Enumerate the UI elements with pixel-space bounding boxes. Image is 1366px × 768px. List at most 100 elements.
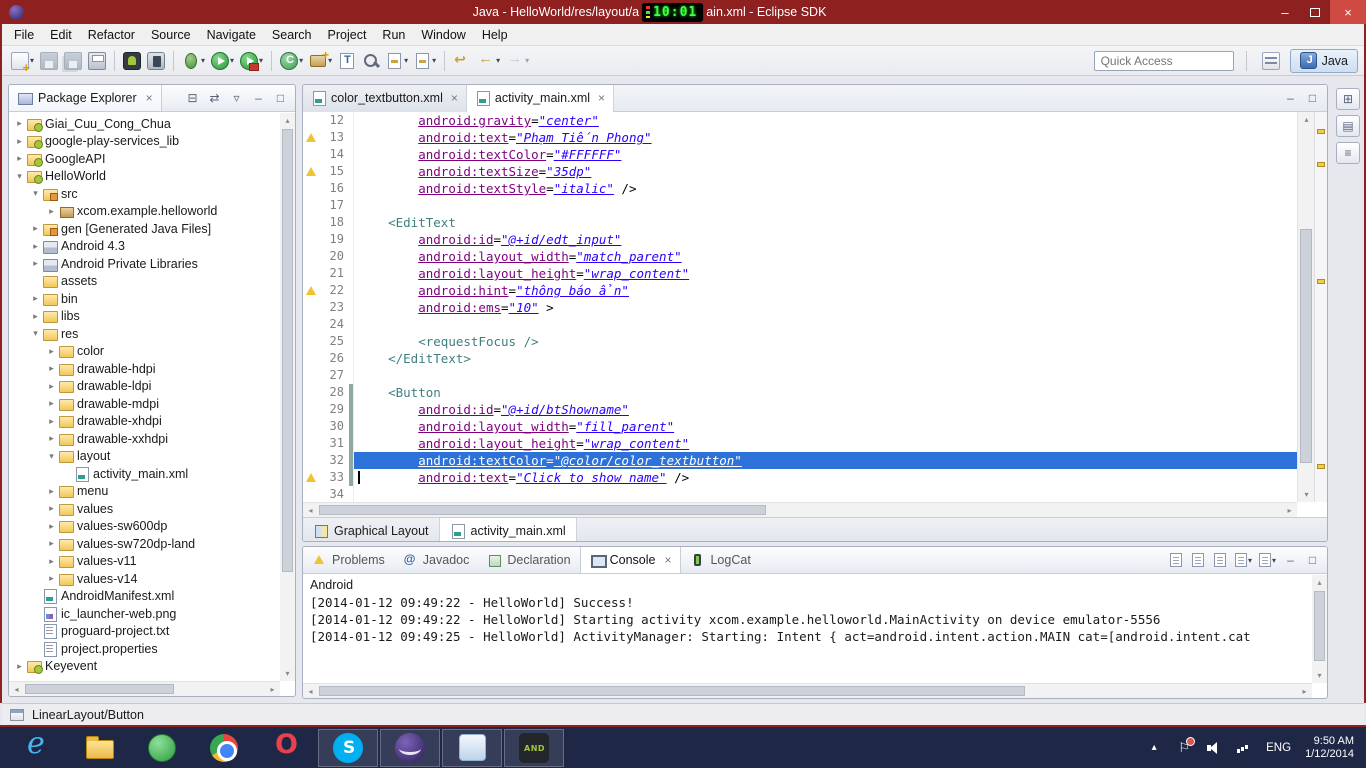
forward-dropdown-icon[interactable]: ▾ <box>525 56 529 65</box>
code-line[interactable]: 31 android:layout_height="wrap_content" <box>303 435 1297 452</box>
expand-arrow-icon[interactable]: ▸ <box>45 206 58 217</box>
tree-item[interactable]: ▸ drawable-hdpi <box>9 360 280 378</box>
scroll-down-icon[interactable]: ▾ <box>280 666 295 681</box>
editor-tab[interactable]: activity_main.xml × <box>466 85 615 112</box>
code-line[interactable]: 16 android:textStyle="italic" /> <box>303 180 1297 197</box>
console-output[interactable]: Android [2014-01-12 09:49:22 - HelloWorl… <box>303 575 1312 683</box>
next-annotation-button[interactable]: ▾ <box>383 48 411 74</box>
expand-arrow-icon[interactable]: ▸ <box>45 538 58 549</box>
menu-search[interactable]: Search <box>264 24 320 46</box>
scroll-left-icon[interactable]: ◂ <box>303 684 318 698</box>
restore-views-icon[interactable]: ⊞ <box>1336 88 1360 110</box>
tree-item[interactable]: ▸ values <box>9 500 280 518</box>
expand-arrow-icon[interactable]: ▸ <box>45 521 58 532</box>
collapse-all-icon[interactable]: ⊟ <box>185 90 200 106</box>
tree-item[interactable]: ▸ libs <box>9 308 280 326</box>
taskbar-skype[interactable] <box>318 728 378 767</box>
close-tab-icon[interactable]: × <box>598 91 605 105</box>
scrollbar-thumb[interactable] <box>319 686 1026 696</box>
warning-mark[interactable] <box>1317 279 1325 284</box>
tree-item[interactable]: ▸ values-v14 <box>9 570 280 588</box>
task-list-view-icon[interactable]: ≡ <box>1336 142 1360 164</box>
menu-navigate[interactable]: Navigate <box>199 24 264 46</box>
tree-item[interactable]: ▸ Keyevent <box>9 658 280 676</box>
print-button[interactable] <box>85 48 109 74</box>
tree-item[interactable]: ▾ src <box>9 185 280 203</box>
warning-mark[interactable] <box>1317 162 1325 167</box>
menu-file[interactable]: File <box>6 24 42 46</box>
tree-item[interactable]: ▸ gen [Generated Java Files] <box>9 220 280 238</box>
tree-horizontal-scrollbar[interactable]: ◂ ▸ <box>9 681 280 696</box>
view-tab-declaration[interactable]: Declaration <box>478 547 579 573</box>
collapse-arrow-icon[interactable]: ▾ <box>29 328 42 339</box>
code-line[interactable]: 14 android:textColor="#FFFFFF" <box>303 146 1297 163</box>
scrollbar-thumb[interactable] <box>25 684 175 694</box>
code-line[interactable]: 27 <box>303 367 1297 384</box>
tree-item[interactable]: ic_launcher-web.png <box>9 605 280 623</box>
console-vertical-scrollbar[interactable]: ▴ ▾ <box>1312 575 1327 683</box>
pin-console-icon[interactable] <box>1213 552 1228 568</box>
code-line[interactable]: 20 android:layout_width="match_parent" <box>303 248 1297 265</box>
menu-help[interactable]: Help <box>474 24 516 46</box>
tree-item[interactable]: ▸ values-v11 <box>9 553 280 571</box>
debug-button[interactable]: ▾ <box>179 48 208 74</box>
tree-vertical-scrollbar[interactable]: ▴ ▾ <box>280 113 295 681</box>
code-line[interactable]: 22 android:hint="thông báo ẩn" <box>303 282 1297 299</box>
code-editor[interactable]: 12 android:gravity="center" 13 android:te… <box>303 112 1297 502</box>
android-sdk-manager-button[interactable] <box>120 48 144 74</box>
code-line[interactable]: 13 android:text="Phạm Tiến Phong" <box>303 129 1297 146</box>
tree-item[interactable]: ▸ color <box>9 343 280 361</box>
tree-item[interactable]: ▸ values-sw720dp-land <box>9 535 280 553</box>
maximize-editor-icon[interactable]: □ <box>1305 90 1320 106</box>
scroll-up-icon[interactable]: ▴ <box>280 113 295 128</box>
code-line[interactable]: 26 </EditText> <box>303 350 1297 367</box>
menu-source[interactable]: Source <box>143 24 199 46</box>
code-line[interactable]: 21 android:layout_height="wrap_content" <box>303 265 1297 282</box>
scrollbar-thumb[interactable] <box>319 505 767 515</box>
expand-arrow-icon[interactable]: ▸ <box>45 573 58 584</box>
editor-page-tab[interactable]: Graphical Layout <box>303 518 440 541</box>
taskbar-clock[interactable]: 9:50 AM 1/12/2014 <box>1305 735 1354 761</box>
tree-item[interactable]: ▸ Android Private Libraries <box>9 255 280 273</box>
back-button[interactable]: ▾ <box>474 48 503 74</box>
tree-item[interactable]: ▸ drawable-mdpi <box>9 395 280 413</box>
open-console-icon[interactable]: ▾ <box>1258 552 1276 568</box>
expand-arrow-icon[interactable]: ▸ <box>29 293 42 304</box>
console-horizontal-scrollbar[interactable]: ◂ ▸ <box>303 683 1312 698</box>
expand-arrow-icon[interactable]: ▸ <box>29 258 42 269</box>
taskbar-app-light[interactable] <box>442 728 502 767</box>
volume-icon[interactable] <box>1206 740 1222 756</box>
network-icon[interactable] <box>1236 740 1252 756</box>
clear-console-icon[interactable] <box>1169 552 1184 568</box>
save-button[interactable] <box>37 48 61 74</box>
expand-arrow-icon[interactable]: ▸ <box>13 118 26 129</box>
expand-arrow-icon[interactable]: ▸ <box>13 136 26 147</box>
link-with-editor-icon[interactable]: ⇄ <box>207 90 222 106</box>
run-dropdown-icon[interactable]: ▾ <box>230 56 234 65</box>
taskbar-eclipse[interactable] <box>380 728 440 767</box>
taskbar-android-sdk[interactable] <box>504 728 564 767</box>
collapse-arrow-icon[interactable]: ▾ <box>29 188 42 199</box>
scroll-down-icon[interactable]: ▾ <box>1312 668 1327 683</box>
code-line[interactable]: 12 android:gravity="center" <box>303 112 1297 129</box>
taskbar-chrome[interactable] <box>194 729 254 767</box>
taskbar-file-explorer[interactable] <box>70 729 130 767</box>
code-line[interactable]: 30 android:layout_width="fill_parent" <box>303 418 1297 435</box>
new-wizard-dropdown-icon[interactable]: ▾ <box>30 56 34 65</box>
expand-arrow-icon[interactable]: ▸ <box>45 363 58 374</box>
new-java-class-button[interactable]: ▾ <box>277 48 306 74</box>
taskbar-internet-explorer[interactable] <box>8 726 68 767</box>
package-explorer-tab[interactable]: Package Explorer × <box>9 85 162 111</box>
code-line[interactable]: 15 android:textSize="35dp" <box>303 163 1297 180</box>
tree-item[interactable]: ▸ values-sw600dp <box>9 518 280 536</box>
menu-edit[interactable]: Edit <box>42 24 80 46</box>
scrollbar-thumb[interactable] <box>282 129 293 573</box>
tree-item[interactable]: ▸ GoogleAPI <box>9 150 280 168</box>
expand-arrow-icon[interactable]: ▸ <box>13 661 26 672</box>
scroll-left-icon[interactable]: ◂ <box>303 503 318 518</box>
save-all-button[interactable] <box>61 48 85 74</box>
taskbar-opera[interactable] <box>256 729 316 767</box>
open-type-button[interactable] <box>335 48 359 74</box>
code-line[interactable]: 18 <EditText <box>303 214 1297 231</box>
open-perspective-button[interactable] <box>1259 48 1283 74</box>
